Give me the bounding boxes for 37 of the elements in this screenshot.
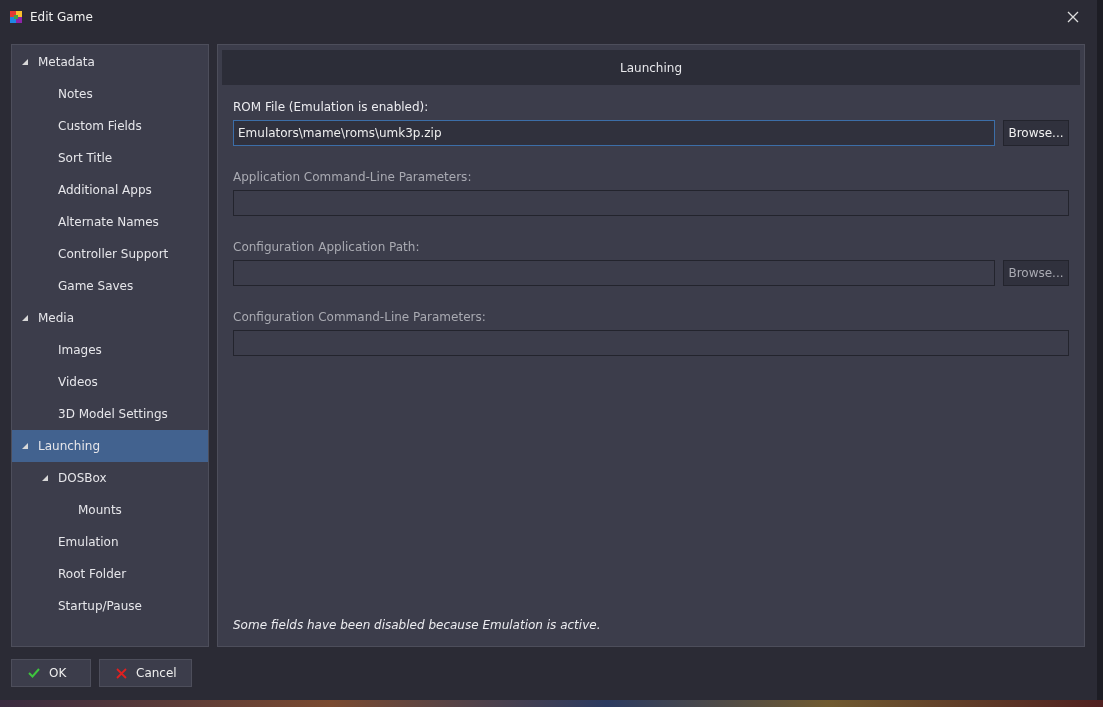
tree-item[interactable]: 3D Model Settings [12, 398, 208, 430]
cross-icon [116, 667, 127, 679]
tree-item[interactable]: Emulation [12, 526, 208, 558]
text-field[interactable]: Emulators\mame\roms\umk3p.zip [233, 120, 995, 146]
expanded-triangle-icon[interactable] [22, 59, 28, 65]
browse-button[interactable]: Browse... [1003, 120, 1069, 146]
tree-item[interactable]: Custom Fields [12, 110, 208, 142]
expanded-triangle-icon[interactable] [22, 315, 28, 321]
cancel-button[interactable]: Cancel [99, 659, 192, 687]
cube-logo-icon [9, 10, 23, 24]
window-title: Edit Game [30, 10, 93, 24]
expanded-triangle-icon[interactable] [22, 443, 28, 449]
tree-item[interactable]: Sort Title [12, 142, 208, 174]
field-label: Configuration Command-Line Parameters: [233, 310, 487, 324]
section-title: Launching [620, 60, 682, 75]
field-label: ROM File (Emulation is enabled): [233, 100, 430, 114]
tree-item[interactable]: Additional Apps [12, 174, 208, 206]
tree-item[interactable]: Images [12, 334, 208, 366]
tree-item[interactable]: DOSBox [12, 462, 208, 494]
tree-item[interactable]: Startup/Pause [12, 590, 208, 622]
expanded-triangle-icon[interactable] [42, 475, 48, 481]
close-icon [1067, 11, 1079, 23]
tree-item[interactable]: Game Saves [12, 270, 208, 302]
field-label: Configuration Application Path: [233, 240, 421, 254]
info-note: Some fields have been disabled because Emulation is active. [232, 618, 602, 632]
field-label: Application Command-Line Parameters: [233, 170, 473, 184]
tree-item[interactable]: Root Folder [12, 558, 208, 590]
tree-item[interactable]: Controller Support [12, 238, 208, 270]
checkmark-icon [28, 668, 40, 678]
tree-item[interactable]: Media [12, 302, 208, 334]
tree-item[interactable]: Videos [12, 366, 208, 398]
tree-item[interactable]: Notes [12, 78, 208, 110]
tree-item[interactable]: Alternate Names [12, 206, 208, 238]
tree-item[interactable]: Launching [12, 430, 208, 462]
tree-item[interactable]: Mounts [12, 494, 208, 526]
tree-item[interactable]: Metadata [12, 46, 208, 78]
ok-button[interactable]: OK [11, 659, 91, 687]
